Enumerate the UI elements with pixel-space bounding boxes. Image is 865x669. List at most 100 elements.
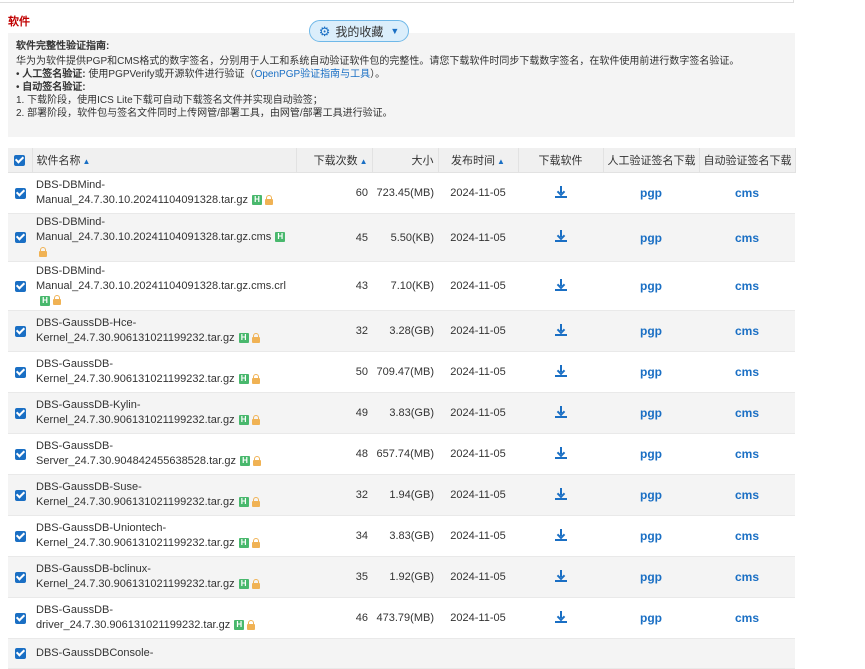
pgp-cell: pgp: [603, 515, 699, 557]
pgp-link[interactable]: pgp: [640, 186, 662, 200]
table-row: DBS-GaussDB-Uniontech- Kernel_24.7.30.906…: [8, 515, 795, 557]
file-size: 3.28(GB): [372, 310, 438, 352]
hash-icon[interactable]: H: [252, 195, 263, 206]
lock-icon[interactable]: [251, 332, 260, 343]
pgp-cell: pgp: [603, 172, 699, 214]
sort-icon[interactable]: ▲: [497, 157, 505, 166]
hash-icon[interactable]: H: [240, 456, 250, 467]
cms-link[interactable]: cms: [735, 447, 759, 461]
cms-link[interactable]: cms: [735, 488, 759, 502]
download-icon[interactable]: [554, 323, 567, 336]
download-icon[interactable]: [554, 569, 567, 582]
row-checkbox[interactable]: [8, 213, 32, 262]
cms-link[interactable]: cms: [735, 186, 759, 200]
download-icon[interactable]: [554, 230, 567, 242]
row-checkbox[interactable]: [8, 515, 32, 557]
lock-icon[interactable]: [251, 578, 260, 589]
hash-icon[interactable]: H: [275, 232, 286, 243]
row-checkbox[interactable]: [8, 433, 32, 475]
cms-link[interactable]: cms: [735, 570, 759, 584]
download-count: 45: [296, 213, 372, 262]
lock-icon[interactable]: [265, 194, 274, 205]
sort-up-icon[interactable]: ▲: [83, 157, 91, 166]
download-icon[interactable]: [554, 278, 567, 291]
pgp-link[interactable]: pgp: [640, 570, 662, 584]
pgp-link[interactable]: pgp: [640, 279, 662, 293]
lock-icon[interactable]: [53, 295, 61, 306]
cms-link[interactable]: cms: [735, 231, 759, 245]
openpgp-guide-link[interactable]: OpenPGP验证指南与工具: [255, 69, 371, 80]
hash-icon[interactable]: H: [238, 333, 249, 344]
cms-link[interactable]: cms: [735, 406, 759, 420]
release-date: 2024-11-05: [438, 433, 518, 475]
cms-link[interactable]: cms: [735, 324, 759, 338]
download-icon[interactable]: [554, 487, 567, 500]
row-checkbox[interactable]: [8, 638, 32, 669]
pgp-link[interactable]: pgp: [640, 231, 662, 245]
lock-icon[interactable]: [39, 246, 47, 257]
pgp-link[interactable]: pgp: [640, 529, 662, 543]
download-count: 34: [296, 515, 372, 557]
lock-icon[interactable]: [251, 414, 260, 425]
cms-link[interactable]: cms: [735, 529, 759, 543]
file-name-line1: DBS-GaussDB-Kylin-: [36, 399, 141, 411]
hash-icon[interactable]: H: [238, 374, 249, 385]
lock-icon[interactable]: [251, 537, 260, 548]
header-date[interactable]: 发布时间 ▲: [438, 148, 519, 173]
file-name: DBS-GaussDBConsole-: [32, 638, 296, 669]
row-checkbox[interactable]: [8, 261, 32, 311]
release-date: 2024-11-05: [438, 474, 518, 516]
select-all-checkbox[interactable]: [8, 148, 33, 173]
hash-icon[interactable]: H: [238, 579, 249, 590]
row-checkbox[interactable]: [8, 556, 32, 598]
download-icon[interactable]: [554, 185, 567, 198]
file-name-line1: DBS-DBMind-: [36, 179, 106, 191]
pgp-link[interactable]: pgp: [640, 611, 662, 625]
my-favorites-button[interactable]: ⚙ 我的收藏 ▼: [309, 20, 409, 42]
header-downloads[interactable]: 下载次数 ▲: [296, 148, 373, 173]
hash-icon[interactable]: H: [234, 620, 245, 631]
pgp-link[interactable]: pgp: [640, 324, 662, 338]
table-row: DBS-GaussDB- Kernel_24.7.30.9061310211992…: [8, 351, 795, 393]
download-count: 48: [296, 433, 372, 475]
download-icon[interactable]: [554, 364, 567, 377]
guide-auto: • 自动签名验证:: [16, 81, 787, 94]
pgp-cell: pgp: [603, 351, 699, 393]
row-checkbox[interactable]: [8, 351, 32, 393]
download-icon[interactable]: [554, 405, 567, 418]
file-size: 473.79(MB): [372, 597, 438, 639]
download-icon[interactable]: [554, 446, 567, 459]
hash-icon[interactable]: H: [238, 497, 249, 508]
lock-icon[interactable]: [247, 619, 256, 630]
lock-icon[interactable]: [251, 496, 260, 507]
release-date: 2024-11-05: [438, 515, 518, 557]
pgp-link[interactable]: pgp: [640, 488, 662, 502]
cms-link[interactable]: cms: [735, 611, 759, 625]
section-title: 软件: [8, 16, 30, 28]
row-checkbox[interactable]: [8, 597, 32, 639]
download-count: 43: [296, 261, 372, 311]
guide-title: 软件完整性验证指南:: [16, 41, 110, 52]
download-count: 50: [296, 351, 372, 393]
pgp-link[interactable]: pgp: [640, 365, 662, 379]
cms-link[interactable]: cms: [735, 279, 759, 293]
row-checkbox[interactable]: [8, 172, 32, 214]
header-name[interactable]: 软件名称 ▲: [32, 148, 297, 173]
download-icon[interactable]: [554, 610, 567, 623]
hash-icon[interactable]: H: [238, 415, 249, 426]
hash-icon[interactable]: H: [40, 295, 50, 306]
lock-icon[interactable]: [251, 373, 260, 384]
hash-icon[interactable]: H: [238, 538, 249, 549]
row-checkbox[interactable]: [8, 310, 32, 352]
row-checkbox[interactable]: [8, 474, 32, 516]
release-date: 2024-11-05: [438, 597, 518, 639]
lock-icon[interactable]: [253, 455, 261, 466]
download-icon[interactable]: [554, 528, 567, 541]
sort-icon[interactable]: ▲: [360, 157, 368, 166]
pgp-link[interactable]: pgp: [640, 406, 662, 420]
pgp-link[interactable]: pgp: [640, 447, 662, 461]
row-checkbox[interactable]: [8, 392, 32, 434]
chevron-down-icon: ▼: [390, 26, 400, 36]
verification-guide: 软件完整性验证指南: 华为为软件提供PGP和CMS格式的数字签名，分别用于人工和…: [8, 33, 795, 137]
cms-link[interactable]: cms: [735, 365, 759, 379]
